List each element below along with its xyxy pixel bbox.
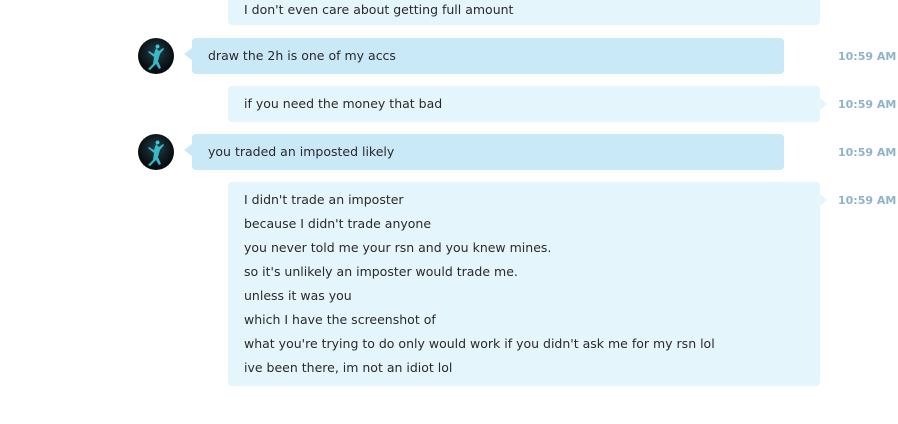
message-line: so it's unlikely an imposter would trade… [244, 264, 518, 279]
contact-avatar-icon[interactable] [138, 134, 174, 170]
message-line: if you need the money that bad [244, 96, 443, 111]
message-line: unless it was you [244, 288, 352, 303]
bubble-tail [820, 194, 827, 206]
incoming-message[interactable]: draw the 2h is one of my accs [184, 38, 784, 74]
message-timestamp: 10:59 AM [838, 98, 897, 111]
message-timestamp: 10:59 AM [838, 146, 897, 159]
message-line: what you're trying to do only would work… [244, 336, 715, 351]
outgoing-message[interactable]: I don't even care about getting full amo… [228, 0, 820, 25]
message-line: ive been there, im not an idiot lol [244, 360, 453, 375]
message-line: I didn't trade an imposter [244, 192, 404, 207]
message-line: I don't even care about getting full amo… [244, 2, 514, 17]
message-line: draw the 2h is one of my accs [208, 48, 396, 63]
message-line: you traded an imposted likely [208, 144, 395, 159]
message-timestamp: 10:59 AM [838, 50, 897, 63]
message-line: you never told me your rsn and you knew … [244, 240, 552, 255]
incoming-message[interactable]: you traded an imposted likely [184, 134, 784, 170]
contact-avatar-icon[interactable] [138, 38, 174, 74]
bubble-tail [820, 98, 827, 110]
message-line: because I didn't trade anyone [244, 216, 432, 231]
outgoing-message[interactable]: if you need the money that bad [228, 86, 827, 122]
outgoing-message[interactable]: I didn't trade an imposter because I did… [228, 182, 827, 386]
chat-conversation: I don't even care about getting full amo… [0, 0, 898, 424]
message-line: which I have the screenshot of [244, 312, 436, 327]
message-timestamp: 10:59 AM [838, 194, 897, 207]
